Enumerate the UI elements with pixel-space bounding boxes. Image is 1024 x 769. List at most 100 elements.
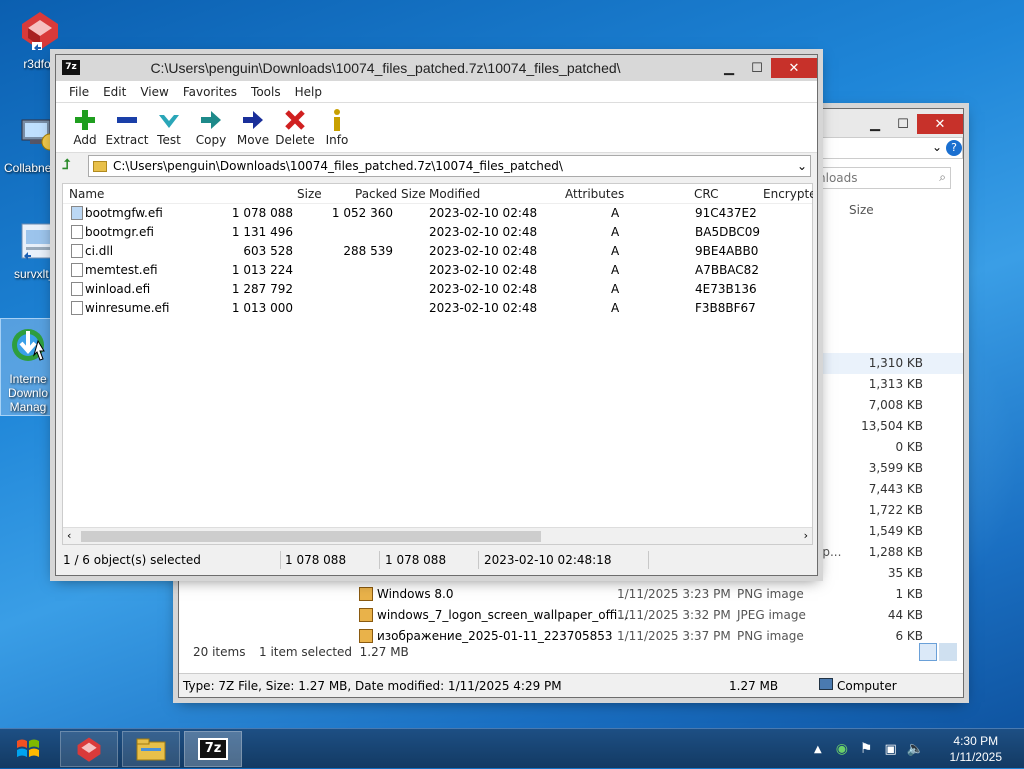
file-packed-size: 288 539 <box>343 244 393 258</box>
show-hidden-icons-icon[interactable]: ▲ <box>814 744 822 755</box>
column-header-crc[interactable]: CRC <box>694 187 719 201</box>
menu-tools[interactable]: Tools <box>244 85 288 99</box>
up-folder-icon[interactable]: ⮥ <box>62 157 80 175</box>
menu-view[interactable]: View <box>133 85 175 99</box>
file-name: ci.dll <box>85 244 114 258</box>
tiles-view-icon[interactable] <box>939 643 957 661</box>
file-attributes: A <box>611 282 620 296</box>
7zip-titlebar[interactable]: 7z C:\Users\penguin\Downloads\10074_file… <box>56 55 817 81</box>
taskbar-7zip[interactable]: 7z <box>184 731 242 767</box>
file-date: 1/11/2025 3:32 PM <box>617 608 731 622</box>
file-crc: 4E73B136 <box>695 282 757 296</box>
minimize-button[interactable]: ▁ <box>715 58 743 78</box>
info-button[interactable]: Info <box>316 107 358 147</box>
start-button[interactable] <box>8 733 48 765</box>
idm-tray-icon[interactable]: ◉ <box>836 741 848 757</box>
explorer-address-bar[interactable]: ⌄ ? <box>819 137 963 159</box>
file-size: 3,599 KB <box>868 461 923 475</box>
details-text: Type: 7Z File, Size: 1.27 MB, Date modif… <box>183 679 562 693</box>
menu-favorites[interactable]: Favorites <box>176 85 244 99</box>
r3dfox-icon <box>2 8 78 55</box>
taskbar-file-explorer[interactable] <box>122 731 180 767</box>
file-name: winresume.efi <box>85 301 170 315</box>
file-row[interactable]: bootmgfw.efi 1 078 088 1 052 360 2023-02-10… <box>63 204 812 223</box>
column-header-size[interactable]: Size <box>297 187 322 201</box>
chevron-down-icon[interactable]: ⌄ <box>932 140 942 154</box>
column-header-name[interactable]: Name <box>69 187 104 201</box>
action-center-flag-icon[interactable]: ⚑ <box>860 741 873 757</box>
copy-button[interactable]: Copy <box>190 107 232 147</box>
column-header-attributes[interactable]: Attributes <box>565 187 624 201</box>
file-modified: 2023-02-10 02:48 <box>429 244 538 258</box>
network-icon[interactable]: ▣ <box>884 742 896 757</box>
maximize-button[interactable]: ☐ <box>743 58 771 78</box>
horizontal-scrollbar[interactable]: ‹ › <box>63 527 812 544</box>
file-icon <box>71 225 83 239</box>
add-button[interactable]: Add <box>64 107 106 147</box>
details-view-icon[interactable] <box>919 643 937 661</box>
file-row[interactable]: bootmgr.efi 1 131 496 2023-02-10 02:48 A BA5… <box>63 223 812 242</box>
menu-help[interactable]: Help <box>288 85 329 99</box>
delete-button[interactable]: Delete <box>274 107 316 147</box>
taskbar-r3dfox[interactable] <box>60 731 118 767</box>
file-modified: 2023-02-10 02:48 <box>429 225 538 239</box>
help-icon[interactable]: ? <box>946 140 962 156</box>
scroll-left-icon[interactable]: ‹ <box>67 529 71 542</box>
list-item[interactable]: Windows 8.0 1/11/2025 3:23 PM PNG image 1 K… <box>179 584 963 605</box>
file-attributes: A <box>611 301 620 315</box>
scroll-right-icon[interactable]: › <box>804 529 808 542</box>
maximize-button[interactable]: ☐ <box>889 114 917 134</box>
file-size: 44 KB <box>887 608 923 622</box>
list-item[interactable]: windows_7_logon_screen_wallpaper_offi...… <box>179 605 963 626</box>
column-header-encrypted[interactable]: Encrypte <box>763 187 813 201</box>
file-size: 35 KB <box>887 566 923 580</box>
file-size: 1 013 224 <box>231 263 293 277</box>
selection-info: 1 item selected 1.27 MB <box>259 645 409 659</box>
file-crc: A7BBAC82 <box>695 263 759 277</box>
r3dfox-icon <box>77 737 101 762</box>
path-bar: ⮥ C:\Users\penguin\Downloads\10074_files… <box>56 153 817 179</box>
desktop-icon-internet-download-manager[interactable]: Interne Downlo Manag <box>0 318 56 416</box>
status-separator <box>478 551 479 569</box>
download-manager-icon <box>1 323 55 370</box>
extract-button[interactable]: Extract <box>106 107 149 147</box>
arrow-right-icon <box>241 107 265 133</box>
file-name: windows_7_logon_screen_wallpaper_offi... <box>377 608 629 622</box>
path-input[interactable]: C:\Users\penguin\Downloads\10074_files_p… <box>88 155 811 177</box>
file-row[interactable]: winresume.efi 1 013 000 2023-02-10 02:48 A F… <box>63 299 812 318</box>
7zip-window[interactable]: 7z C:\Users\penguin\Downloads\10074_file… <box>55 54 818 576</box>
test-button[interactable]: Test <box>148 107 190 147</box>
file-list[interactable]: Name Size Packed Size Modified Attribute… <box>62 183 813 545</box>
close-button[interactable]: ✕ <box>917 114 963 134</box>
close-button[interactable]: ✕ <box>771 58 817 78</box>
details-size: 1.27 MB <box>729 679 779 693</box>
search-icon: ⌕ <box>939 170 946 184</box>
volume-icon[interactable]: 🔈 <box>907 741 924 757</box>
file-icon <box>71 301 83 315</box>
file-name: bootmgr.efi <box>85 225 154 239</box>
column-header-size[interactable]: Size <box>849 203 874 217</box>
clock[interactable]: 4:30 PM 1/11/2025 <box>950 733 1003 765</box>
move-button[interactable]: Move <box>232 107 274 147</box>
computer-icon <box>819 678 833 690</box>
desktop-icon-label: Downlo <box>7 386 49 400</box>
chevron-down-icon[interactable]: ⌄ <box>794 159 810 173</box>
column-header-packed-size[interactable]: Packed Size <box>355 187 426 201</box>
menu-file[interactable]: File <box>62 85 96 99</box>
file-modified: 2023-02-10 02:48 <box>429 206 538 220</box>
menu-edit[interactable]: Edit <box>96 85 133 99</box>
file-row[interactable]: memtest.efi 1 013 224 2023-02-10 02:48 A A7B… <box>63 261 812 280</box>
file-icon <box>71 206 83 220</box>
scrollbar-thumb[interactable] <box>81 531 541 542</box>
7zip-icon: 7z <box>198 738 228 760</box>
item-count: 20 items <box>193 645 246 659</box>
file-row[interactable]: ci.dll 603 528 288 539 2023-02-10 02:48 A 9BE… <box>63 242 812 261</box>
search-input[interactable]: nloads ⌕ <box>815 167 951 189</box>
arrow-right-icon <box>199 107 223 133</box>
column-header-modified[interactable]: Modified <box>429 187 480 201</box>
minimize-button[interactable]: ▁ <box>861 114 889 134</box>
search-placeholder: nloads <box>818 171 858 185</box>
file-crc: 91C437E2 <box>695 206 757 220</box>
file-row[interactable]: winload.efi 1 287 792 2023-02-10 02:48 A 4E7… <box>63 280 812 299</box>
file-type: PNG image <box>737 587 804 601</box>
